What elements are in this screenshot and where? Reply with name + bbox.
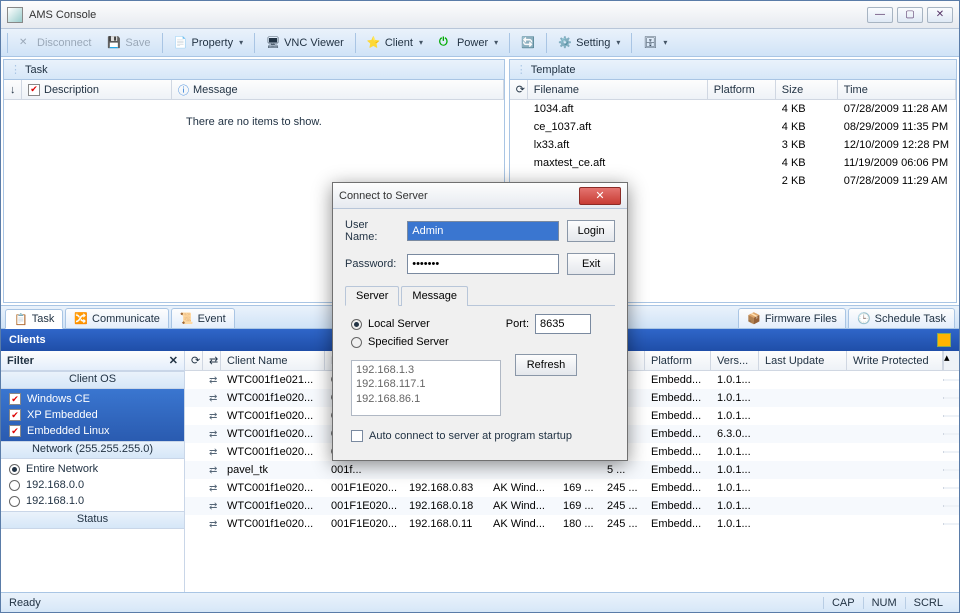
filter-title: Filter bbox=[7, 355, 34, 367]
port-label: Port: bbox=[506, 318, 529, 330]
status-scrl: SCRL bbox=[905, 597, 951, 609]
template-row[interactable]: lx33.aft3 KB12/10/2009 12:28 PM bbox=[510, 136, 956, 154]
tab-event[interactable]: 📜 Event bbox=[171, 308, 235, 328]
port-input[interactable] bbox=[535, 314, 591, 334]
statusbar: Ready CAP NUM SCRL bbox=[1, 592, 959, 612]
grid-col-name[interactable]: Client Name bbox=[221, 351, 325, 370]
filter-os-linux[interactable]: ✔Embedded Linux bbox=[5, 423, 180, 439]
refresh-icon bbox=[521, 36, 535, 50]
grid-col-platform[interactable]: Platform bbox=[645, 351, 711, 370]
status-num: NUM bbox=[863, 597, 905, 609]
app-icon bbox=[7, 7, 23, 23]
login-button[interactable]: Login bbox=[567, 220, 615, 242]
dialog-close-button[interactable]: ✕ bbox=[579, 187, 621, 205]
password-input[interactable] bbox=[407, 254, 559, 274]
client-row[interactable]: WTC001f1e020...001F1E020...192.168.0.83A… bbox=[185, 479, 959, 497]
grid-link-icon[interactable]: ⇄ bbox=[203, 351, 221, 370]
client-button[interactable]: Client bbox=[360, 32, 430, 54]
maximize-button[interactable]: ▢ bbox=[897, 7, 923, 23]
username-input[interactable] bbox=[407, 221, 559, 241]
clients-title: Clients bbox=[9, 334, 46, 346]
server-item[interactable]: 192.168.117.1 bbox=[356, 377, 496, 391]
filter-close-icon[interactable]: ✕ bbox=[169, 354, 178, 367]
task-col-desc[interactable]: ✔Description bbox=[22, 80, 172, 99]
filter-net-entire[interactable]: Entire Network bbox=[5, 461, 180, 477]
template-col-time[interactable]: Time bbox=[838, 80, 956, 99]
client-row[interactable]: WTC001f1e020...001F1E020...192.168.0.18A… bbox=[185, 497, 959, 515]
client-row[interactable]: pavel_tk001f...5 ...Embedd...1.0.1... bbox=[185, 461, 959, 479]
server-item[interactable]: 192.168.86.1 bbox=[356, 392, 496, 406]
server-list[interactable]: 192.168.1.3 192.168.117.1 192.168.86.1 bbox=[351, 360, 501, 416]
dialog-refresh-button[interactable]: Refresh bbox=[515, 354, 577, 376]
vnc-icon bbox=[266, 36, 280, 50]
grid-refresh-icon[interactable]: ⟳ bbox=[185, 351, 203, 370]
grid-col-update[interactable]: Last Update bbox=[759, 351, 847, 370]
filter-net-1[interactable]: 192.168.1.0 bbox=[5, 493, 180, 509]
task-sort-icon[interactable]: ↓ bbox=[4, 80, 22, 99]
power-button[interactable]: Power bbox=[432, 32, 505, 54]
password-label: Password: bbox=[345, 258, 399, 270]
db-button[interactable] bbox=[636, 32, 674, 54]
tab-task[interactable]: 📋 Task bbox=[5, 309, 63, 329]
task-title: Task bbox=[25, 64, 48, 76]
filter-os-header[interactable]: Client OS bbox=[1, 371, 184, 389]
refresh-button[interactable] bbox=[514, 32, 542, 54]
power-icon bbox=[439, 36, 453, 50]
server-item[interactable]: 192.168.1.3 bbox=[356, 363, 496, 377]
settings-icon bbox=[558, 36, 572, 50]
template-title: Template bbox=[531, 64, 576, 76]
minimize-button[interactable]: — bbox=[867, 7, 893, 23]
auto-connect-checkbox[interactable]: Auto connect to server at program startu… bbox=[351, 430, 609, 442]
property-button[interactable]: Property bbox=[167, 32, 251, 54]
task-empty: There are no items to show. bbox=[4, 100, 504, 144]
filter-os-xp[interactable]: ✔XP Embedded bbox=[5, 407, 180, 423]
tab-schedule[interactable]: 🕒 Schedule Task bbox=[848, 308, 955, 328]
filter-os-ce[interactable]: ✔Windows CE bbox=[5, 391, 180, 407]
template-refresh-icon[interactable]: ⟳ bbox=[510, 80, 528, 99]
grid-col-wp[interactable]: Write Protected bbox=[847, 351, 943, 370]
grid-scroll-up[interactable]: ▴ bbox=[943, 351, 959, 370]
main-toolbar: Disconnect Save Property VNC Viewer Clie… bbox=[1, 29, 959, 57]
template-col-filename[interactable]: Filename bbox=[528, 80, 708, 99]
local-server-radio[interactable]: Local Server Port: bbox=[351, 318, 609, 330]
check-icon: ✔ bbox=[28, 84, 40, 96]
tab-communicate[interactable]: 🔀 Communicate bbox=[65, 308, 169, 328]
save-button[interactable]: Save bbox=[100, 32, 157, 54]
dialog-tab-server[interactable]: Server bbox=[345, 286, 399, 306]
client-row[interactable]: WTC001f1e020...001F1E020...192.168.0.11A… bbox=[185, 515, 959, 533]
status-ready: Ready bbox=[9, 597, 41, 609]
user-label: User Name: bbox=[345, 219, 399, 243]
titlebar[interactable]: AMS Console — ▢ ✕ bbox=[1, 1, 959, 29]
star-icon bbox=[367, 36, 381, 50]
specified-server-radio[interactable]: Specified Server bbox=[351, 336, 609, 348]
dialog-titlebar[interactable]: Connect to Server ✕ bbox=[333, 183, 627, 209]
grid-col-ver[interactable]: Vers... bbox=[711, 351, 759, 370]
exit-button[interactable]: Exit bbox=[567, 253, 615, 275]
template-row[interactable]: 1034.aft4 KB07/28/2009 11:28 AM bbox=[510, 100, 956, 118]
property-icon bbox=[174, 36, 188, 50]
filter-net-header[interactable]: Network (255.255.255.0) bbox=[1, 441, 184, 459]
clients-icon[interactable] bbox=[937, 333, 951, 347]
status-cap: CAP bbox=[823, 597, 863, 609]
filter-net-0[interactable]: 192.168.0.0 bbox=[5, 477, 180, 493]
close-button[interactable]: ✕ bbox=[927, 7, 953, 23]
filter-status-header[interactable]: Status bbox=[1, 511, 184, 529]
connect-dialog[interactable]: Connect to Server ✕ User Name: Login Pas… bbox=[332, 182, 628, 461]
template-row[interactable]: maxtest_ce.aft4 KB11/19/2009 06:06 PM bbox=[510, 154, 956, 172]
vnc-viewer-button[interactable]: VNC Viewer bbox=[259, 32, 351, 54]
template-col-size[interactable]: Size bbox=[776, 80, 838, 99]
filter-pane: Filter ✕ Client OS ✔Windows CE ✔XP Embedd… bbox=[1, 351, 185, 592]
dialog-title: Connect to Server bbox=[339, 190, 428, 202]
task-col-msg[interactable]: ⓘMessage bbox=[172, 80, 504, 99]
setting-button[interactable]: Setting bbox=[551, 32, 627, 54]
disconnect-button[interactable]: Disconnect bbox=[12, 32, 98, 54]
template-row[interactable]: ce_1037.aft4 KB08/29/2009 11:35 PM bbox=[510, 118, 956, 136]
tab-firmware[interactable]: 📦 Firmware Files bbox=[738, 308, 846, 328]
template-col-platform[interactable]: Platform bbox=[708, 80, 776, 99]
disconnect-icon bbox=[19, 36, 33, 50]
dialog-tab-message[interactable]: Message bbox=[401, 286, 468, 306]
window-title: AMS Console bbox=[29, 9, 867, 21]
db-icon bbox=[643, 36, 657, 50]
save-icon bbox=[107, 36, 121, 50]
